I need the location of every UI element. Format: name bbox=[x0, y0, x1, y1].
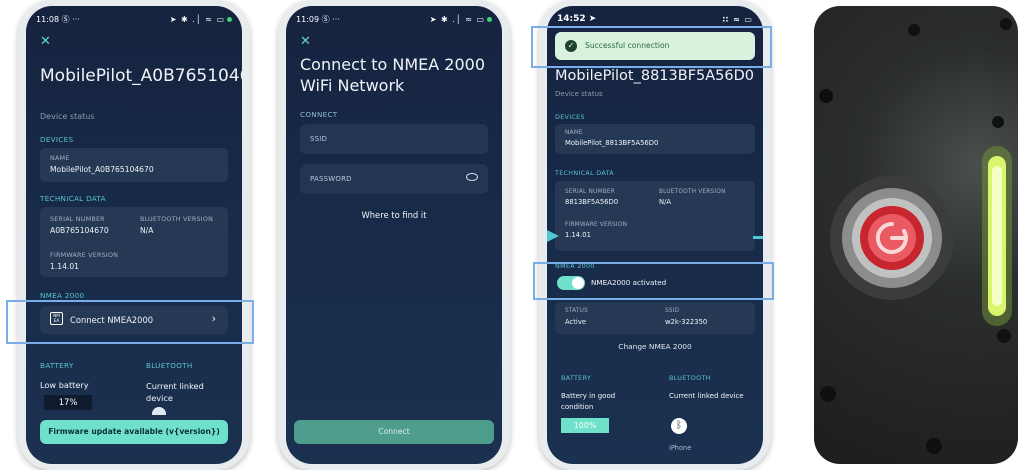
tech-header: TECHNICAL DATA bbox=[40, 194, 106, 203]
status-left-icons: Ⓢ ··· bbox=[61, 14, 80, 24]
tech-card: SERIAL NUMBER A0B765104670 BLUETOOTH VER… bbox=[40, 207, 228, 277]
bluetooth-header: BLUETOOTH bbox=[146, 361, 193, 370]
status-value: Active bbox=[565, 318, 587, 326]
ssid-placeholder: SSID bbox=[310, 135, 328, 143]
screw-hole-icon bbox=[908, 24, 920, 36]
fw-value: 1.14.01 bbox=[50, 262, 79, 271]
fw-label: FIRMWARE VERSION bbox=[565, 222, 628, 228]
battery-percent: 100% bbox=[561, 418, 609, 433]
phone-3: 14:52 ➤ ∷ ≈ ▭ ✓ Successful connection Mo… bbox=[539, 0, 771, 470]
devices-header: DEVICES bbox=[555, 113, 585, 121]
device-photo-drawing bbox=[819, 18, 1012, 454]
fw-label: FIRMWARE VERSION bbox=[50, 251, 119, 259]
battery-header: BATTERY bbox=[40, 361, 74, 370]
highlight-connect-nmea bbox=[6, 300, 254, 344]
bt-version-label: BLUETOOTH VERSION bbox=[140, 215, 214, 223]
scroll-marker-right-icon bbox=[753, 236, 763, 239]
device-status-label: Device status bbox=[40, 112, 95, 121]
nmea-header: NMEA 2000 bbox=[40, 291, 85, 300]
status-label: STATUS bbox=[565, 308, 588, 314]
screw-hole-icon bbox=[819, 89, 833, 103]
password-input[interactable]: PASSWORD bbox=[300, 164, 488, 194]
where-to-find-link[interactable]: Where to find it bbox=[286, 210, 502, 220]
serial-label: SERIAL NUMBER bbox=[565, 189, 615, 195]
bluetooth-header: BLUETOOTH bbox=[669, 374, 711, 382]
bluetooth-icon: ᛒ bbox=[671, 418, 687, 434]
name-label: NAME bbox=[50, 154, 70, 162]
bluetooth-text: Current linked device bbox=[669, 392, 744, 400]
eye-icon[interactable] bbox=[466, 173, 478, 181]
status-bar: 11:08 Ⓢ ··· ➤ ✱ .│ ≈ ▭ bbox=[36, 12, 232, 26]
tech-card: SERIAL NUMBER 8813BF5A56D0 BLUETOOTH VER… bbox=[555, 181, 755, 251]
password-placeholder: PASSWORD bbox=[310, 175, 352, 183]
name-value: MobilePilot_A0B765104670 bbox=[50, 165, 154, 174]
name-value: MobilePilot_8813BF5A56D0 bbox=[565, 139, 659, 147]
iphone-text: iPhone bbox=[669, 444, 692, 452]
ssid-value: w2k-322350 bbox=[665, 318, 708, 326]
devices-header: DEVICES bbox=[40, 135, 74, 144]
status-bar: 14:52 ➤ ∷ ≈ ▭ bbox=[557, 14, 753, 24]
status-time: 14:52 bbox=[557, 14, 586, 24]
battery-text: Battery in good condition bbox=[561, 392, 616, 411]
device-title: MobilePilot_8813BF5A56D0 bbox=[555, 68, 755, 84]
ssid-label: SSID bbox=[665, 308, 680, 314]
nmea-status-card: STATUS Active SSID w2k-322350 bbox=[555, 302, 755, 334]
ssid-input[interactable]: SSID bbox=[300, 124, 488, 154]
screen-device-status: 11:08 Ⓢ ··· ➤ ✱ .│ ≈ ▭ ✕ MobilePilot_A0B… bbox=[26, 6, 242, 464]
bluetooth-text: Current linked device bbox=[146, 381, 204, 403]
device-title: MobilePilot_A0B765104670 bbox=[40, 66, 242, 86]
phone-1: 11:08 Ⓢ ··· ➤ ✱ .│ ≈ ▭ ✕ MobilePilot_A0B… bbox=[18, 0, 250, 470]
name-card: NAME MobilePilot_A0B765104670 bbox=[40, 148, 228, 182]
screw-hole-icon bbox=[997, 329, 1011, 343]
battery-text: Low battery bbox=[40, 380, 89, 390]
device-status-label: Device status bbox=[555, 90, 603, 98]
status-time: 11:09 bbox=[296, 14, 320, 24]
screw-hole-icon bbox=[1000, 18, 1012, 30]
firmware-update-button[interactable]: Firmware update available (v{version}) bbox=[40, 420, 228, 444]
connect-header: CONNECT bbox=[300, 110, 338, 119]
status-bar: 11:09 Ⓢ ··· ➤ ✱ .│ ≈ ▭ bbox=[296, 12, 492, 26]
highlight-success-toast bbox=[531, 26, 772, 68]
connect-button[interactable]: Connect bbox=[294, 420, 494, 444]
stage: 11:08 Ⓢ ··· ➤ ✱ .│ ≈ ▭ ✕ MobilePilot_A0B… bbox=[0, 0, 1018, 470]
bt-version-label: BLUETOOTH VERSION bbox=[659, 189, 726, 195]
phone-2: 11:09 Ⓢ ··· ➤ ✱ .│ ≈ ▭ ✕ Connect to NMEA… bbox=[278, 0, 510, 470]
change-nmea-link[interactable]: Change NMEA 2000 bbox=[547, 342, 763, 351]
battery-header: BATTERY bbox=[561, 374, 592, 382]
screw-hole-icon bbox=[992, 116, 1004, 128]
status-left-icons: Ⓢ ··· bbox=[321, 14, 340, 24]
bt-version-value: N/A bbox=[659, 198, 672, 206]
scroll-marker-left-icon bbox=[547, 230, 559, 242]
status-dot-icon bbox=[487, 16, 492, 22]
status-time: 11:08 bbox=[36, 14, 60, 24]
fw-value: 1.14.01 bbox=[565, 231, 591, 239]
status-right-icons: ➤ ✱ .│ ≈ ▭ bbox=[429, 14, 485, 24]
name-card: NAME MobilePilot_8813BF5A56D0 bbox=[555, 124, 755, 154]
device-photo bbox=[814, 6, 1018, 464]
page-title: Connect to NMEA 2000 WiFi Network bbox=[300, 55, 486, 95]
serial-label: SERIAL NUMBER bbox=[50, 215, 105, 223]
name-label: NAME bbox=[565, 130, 583, 136]
status-right-icons: ➤ ✱ .│ ≈ ▭ bbox=[169, 14, 225, 24]
status-dot-icon bbox=[227, 16, 232, 22]
screw-hole-icon bbox=[926, 438, 942, 454]
screw-hole-icon bbox=[820, 386, 836, 402]
close-icon[interactable]: ✕ bbox=[40, 34, 51, 49]
serial-value: A0B765104670 bbox=[50, 226, 109, 235]
battery-percent: 17% bbox=[44, 395, 92, 410]
bluetooth-icon bbox=[152, 407, 166, 415]
close-icon[interactable]: ✕ bbox=[300, 34, 311, 49]
screen-connect-wifi: 11:09 Ⓢ ··· ➤ ✱ .│ ≈ ▭ ✕ Connect to NMEA… bbox=[286, 6, 502, 464]
serial-value: 8813BF5A56D0 bbox=[565, 198, 619, 206]
bt-version-value: N/A bbox=[140, 226, 154, 235]
highlight-nmea-toggle bbox=[533, 262, 774, 300]
tech-header: TECHNICAL DATA bbox=[555, 169, 614, 177]
screen-device-connected: 14:52 ➤ ∷ ≈ ▭ ✓ Successful connection Mo… bbox=[547, 6, 763, 464]
